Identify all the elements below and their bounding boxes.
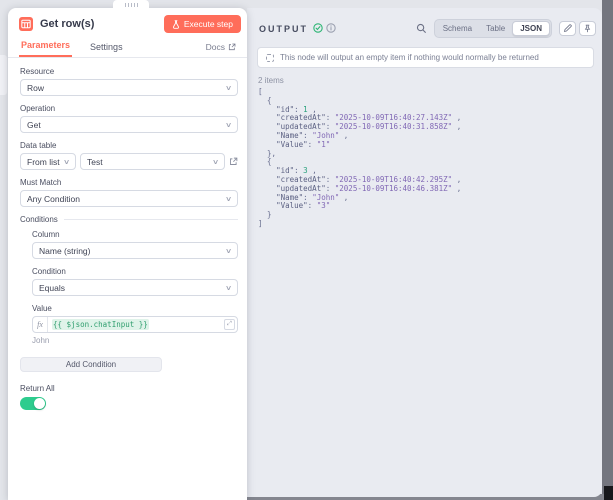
tab-table[interactable]: Table	[479, 22, 512, 35]
expand-expression-icon[interactable]: ⤢	[224, 319, 235, 330]
must-match-select[interactable]: Any Condition ∨	[20, 190, 238, 207]
chevron-down-icon: ∨	[225, 121, 232, 129]
run-info-icon[interactable]	[326, 20, 336, 38]
edit-output-button[interactable]	[559, 21, 576, 36]
must-match-value: Any Condition	[27, 194, 226, 204]
resource-field: Resource Row ∨	[20, 67, 238, 96]
node-title: Get row(s)	[40, 18, 164, 30]
return-all-toggle[interactable]	[20, 397, 46, 410]
conditions-divider	[64, 219, 238, 220]
success-check-icon	[313, 20, 323, 38]
tab-json[interactable]: JSON	[512, 21, 550, 36]
chevron-down-icon: ∨	[225, 84, 232, 92]
condition-field: Condition Equals ∨	[32, 267, 238, 296]
parameters-body: Resource Row ∨ Operation Get ∨ Data tabl…	[8, 58, 247, 410]
condition-label: Condition	[32, 267, 238, 276]
canvas-node-partial	[0, 55, 7, 95]
output-panel: OUTPUT Schema Table JSON This node will …	[247, 8, 602, 497]
chevron-down-icon: ∨	[63, 158, 70, 166]
data-table-value: Test	[87, 157, 213, 167]
value-field: Value fx {{ $json.chatInput }} ⤢ John	[32, 304, 238, 345]
docs-link[interactable]: Docs	[206, 42, 236, 57]
json-output[interactable]: [ { "id": 1 , "createdAt": "2025-10-09T1…	[258, 88, 602, 229]
execute-step-button[interactable]: Execute step	[164, 15, 241, 33]
return-all-label: Return All	[20, 384, 238, 393]
search-icon[interactable]	[414, 21, 430, 37]
data-table-row: From list ∨ Test ∨	[20, 153, 238, 170]
operation-select[interactable]: Get ∨	[20, 116, 238, 133]
tab-parameters[interactable]: Parameters	[19, 40, 72, 57]
node-settings-panel: Get row(s) Execute step Parameters Setti…	[8, 8, 247, 500]
output-header: OUTPUT Schema Table JSON	[247, 8, 602, 38]
column-field: Column Name (string) ∨	[32, 230, 238, 259]
operation-value: Get	[27, 120, 226, 130]
conditions-label: Conditions	[20, 215, 58, 224]
expression-text[interactable]: {{ $json.chatInput }}	[48, 320, 224, 329]
data-table-label: Data table	[20, 141, 238, 150]
pin-data-button[interactable]	[579, 21, 596, 36]
column-label: Column	[32, 230, 238, 239]
empty-item-icon	[266, 54, 274, 62]
chevron-down-icon: ∨	[225, 284, 232, 292]
must-match-field: Must Match Any Condition ∨	[20, 178, 238, 207]
data-table-node-icon	[19, 17, 33, 31]
resource-select[interactable]: Row ∨	[20, 79, 238, 96]
tab-settings[interactable]: Settings	[88, 42, 125, 57]
panel-drag-handle[interactable]	[113, 0, 149, 9]
operation-field: Operation Get ∨	[20, 104, 238, 133]
data-table-select[interactable]: Test ∨	[80, 153, 225, 170]
column-value: Name (string)	[39, 246, 226, 256]
return-all-field: Return All	[20, 384, 238, 410]
fx-badge[interactable]: fx	[33, 317, 48, 332]
flask-icon	[172, 20, 180, 29]
condition-value: Equals	[39, 283, 226, 293]
node-tab-bar: Parameters Settings Docs	[8, 39, 247, 58]
data-table-mode-value: From list	[27, 157, 64, 167]
window-corner	[604, 486, 613, 500]
resource-value: Row	[27, 83, 226, 93]
pencil-icon	[563, 24, 572, 33]
add-condition-button[interactable]: Add Condition	[20, 357, 162, 372]
resource-label: Resource	[20, 67, 238, 76]
output-title: OUTPUT	[259, 24, 308, 34]
items-count: 2 items	[258, 76, 602, 85]
toggle-knob	[34, 398, 45, 409]
modal-backdrop-right	[602, 0, 613, 500]
tab-schema[interactable]: Schema	[436, 22, 479, 35]
value-expression-input[interactable]: fx {{ $json.chatInput }} ⤢	[32, 316, 238, 333]
value-label: Value	[32, 304, 238, 313]
expression-preview: John	[32, 336, 238, 345]
chevron-down-icon: ∨	[225, 247, 232, 255]
data-table-mode-select[interactable]: From list ∨	[20, 153, 76, 170]
chevron-down-icon: ∨	[212, 158, 219, 166]
pin-icon	[583, 24, 592, 33]
operation-label: Operation	[20, 104, 238, 113]
condition-select[interactable]: Equals ∨	[32, 279, 238, 296]
run-status-icons	[313, 20, 336, 38]
docs-label: Docs	[206, 42, 225, 52]
conditions-group: Column Name (string) ∨ Condition Equals …	[20, 230, 238, 345]
node-header: Get row(s) Execute step	[8, 8, 247, 33]
open-table-external-icon[interactable]	[229, 157, 238, 166]
empty-item-notice-text: This node will output an empty item if n…	[280, 53, 539, 62]
empty-item-notice: This node will output an empty item if n…	[257, 47, 594, 68]
chevron-down-icon: ∨	[225, 195, 232, 203]
execute-step-label: Execute step	[184, 19, 233, 29]
conditions-section: Conditions	[20, 215, 238, 224]
output-view-switcher: Schema Table JSON	[434, 19, 552, 38]
column-select[interactable]: Name (string) ∨	[32, 242, 238, 259]
data-table-field: Data table From list ∨ Test ∨	[20, 141, 238, 170]
external-link-icon	[228, 43, 236, 51]
must-match-label: Must Match	[20, 178, 238, 187]
